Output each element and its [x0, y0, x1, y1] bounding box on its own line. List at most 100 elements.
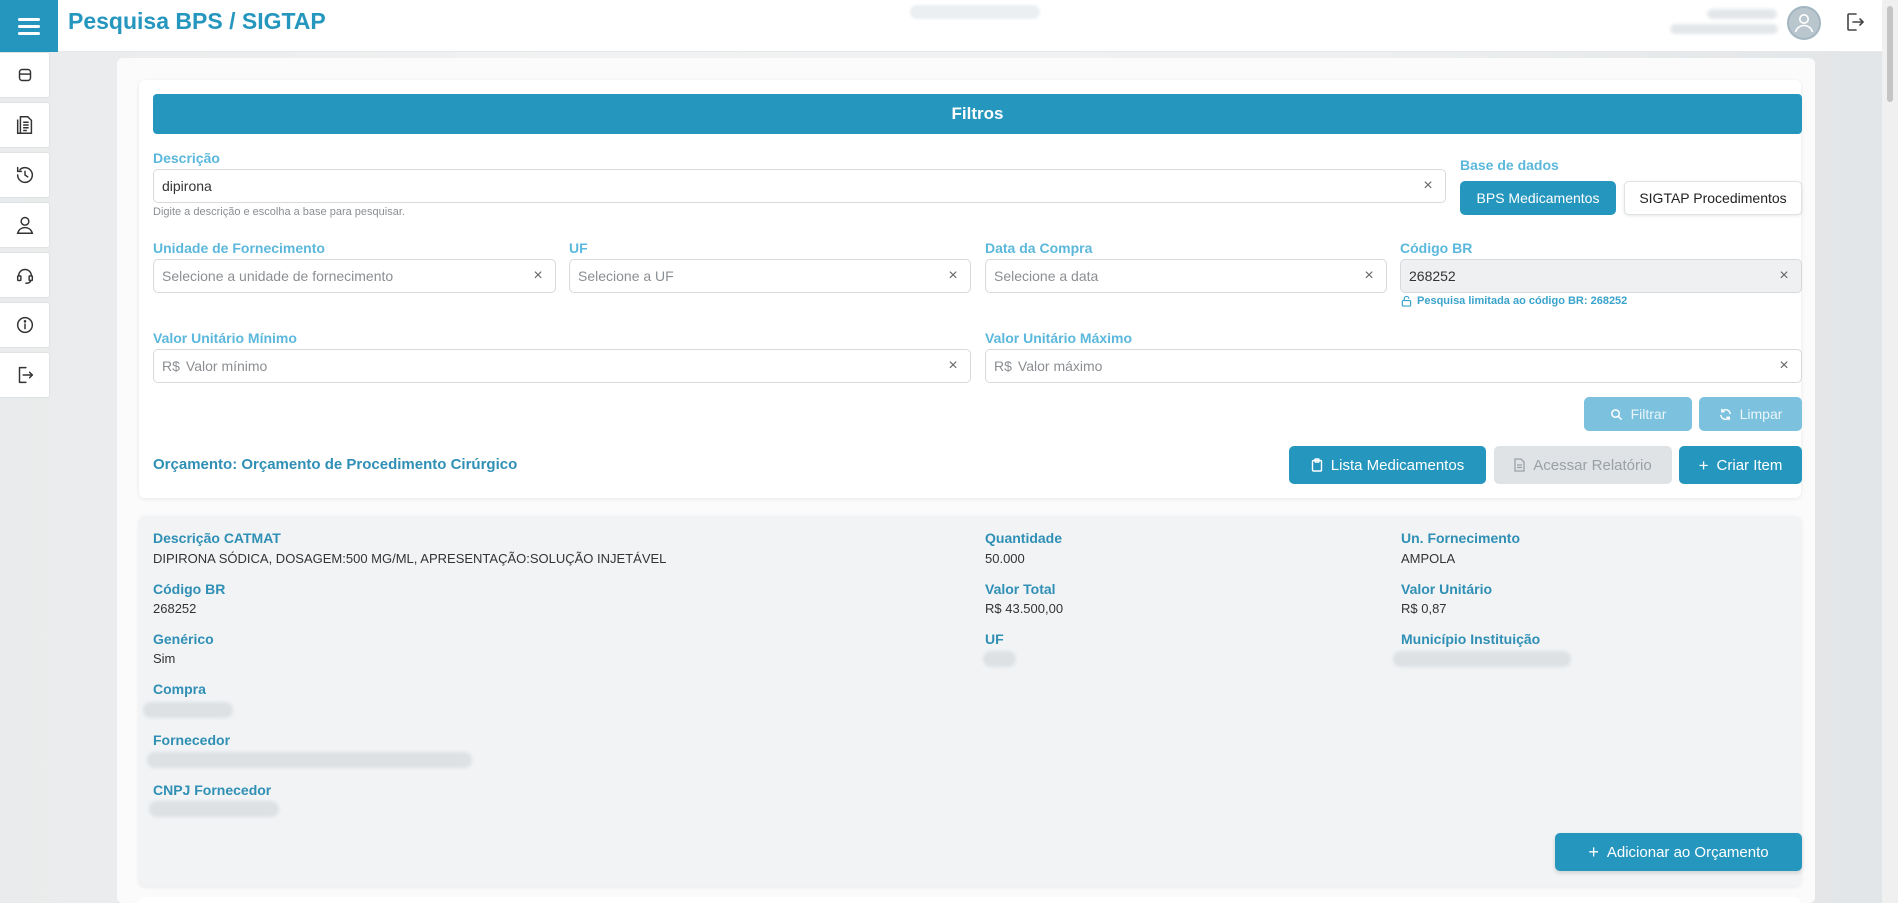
valor-min-placeholder: Valor mínimo — [185, 358, 268, 374]
uf-label: UF — [569, 240, 588, 256]
currency-prefix: R$ — [994, 358, 1012, 374]
data-compra-placeholder: Selecione a data — [994, 268, 1099, 284]
descricao-value: dipirona — [162, 178, 212, 194]
uf-result-label: UF — [985, 631, 1004, 647]
valor-min-input[interactable]: R$ Valor mínimo × — [153, 349, 971, 383]
municipio-label: Município Instituição — [1401, 631, 1541, 647]
avatar-icon — [1794, 14, 1814, 33]
nav-item-user[interactable] — [0, 202, 50, 248]
codigo-br-lock-hint: Pesquisa limitada ao código BR: 268252 — [1401, 295, 1627, 307]
codigo-br-result-value: 268252 — [153, 601, 197, 616]
generico-value: Sim — [153, 651, 176, 666]
un-fornecimento-label: Un. Fornecimento — [1401, 530, 1521, 546]
limpar-label: Limpar — [1739, 406, 1783, 422]
valor-total-label: Valor Total — [985, 581, 1056, 597]
compra-value — [143, 702, 233, 718]
filtrar-label: Filtrar — [1630, 406, 1667, 422]
valor-max-placeholder: Valor máximo — [1017, 358, 1103, 374]
menu-toggle-button[interactable] — [0, 0, 58, 52]
orcamento-title: Orçamento: Orçamento de Procedimento Cir… — [153, 456, 518, 473]
filtrar-button[interactable]: Filtrar — [1584, 397, 1692, 431]
search-icon — [1610, 408, 1622, 420]
dashboard-icon — [18, 68, 31, 82]
unidade-select[interactable]: Selecione a unidade de fornecimento × — [153, 259, 556, 293]
logo-image — [910, 5, 1040, 19]
valor-unitario-label: Valor Unitário — [1401, 581, 1493, 597]
clear-icon[interactable]: × — [945, 358, 961, 374]
nav-item-history[interactable] — [0, 152, 50, 198]
criar-item-label: Criar Item — [1716, 456, 1783, 474]
unidade-label: Unidade de Fornecimento — [153, 240, 325, 256]
currency-prefix: R$ — [162, 358, 180, 374]
clear-icon[interactable]: × — [1361, 268, 1377, 284]
adicionar-orcamento-button[interactable]: + Adicionar ao Orçamento — [1555, 833, 1802, 871]
quantidade-label: Quantidade — [985, 530, 1063, 546]
compra-label: Compra — [153, 681, 206, 697]
lista-medicamentos-label: Lista Medicamentos — [1330, 456, 1465, 474]
next-result-card — [139, 897, 1801, 903]
nav-item-info[interactable] — [0, 302, 50, 348]
descricao-hint: Digite a descrição e escolha a base para… — [153, 206, 405, 218]
codigo-br-input[interactable]: 268252 × — [1400, 259, 1802, 293]
acessar-relatorio-label: Acessar Relatório — [1533, 456, 1652, 474]
clear-icon[interactable]: × — [1776, 358, 1792, 374]
uf-select[interactable]: Selecione a UF × — [569, 259, 971, 293]
codigo-br-value: 268252 — [1409, 268, 1456, 284]
codigo-br-label: Código BR — [1400, 240, 1473, 256]
nav-item-logout[interactable] — [0, 352, 50, 398]
filters-header: Filtros — [153, 94, 1802, 134]
clear-icon[interactable]: × — [1420, 178, 1436, 194]
top-bar: Pesquisa BPS / SIGTAP — [0, 0, 1882, 52]
logout-icon — [1847, 13, 1864, 31]
side-nav — [0, 52, 58, 402]
fornecedor-value — [147, 752, 472, 768]
logout-button[interactable] — [1843, 10, 1867, 34]
municipio-value — [1393, 651, 1571, 667]
descricao-catmat-label: Descrição CATMAT — [153, 530, 281, 546]
user-icon — [16, 216, 33, 234]
descricao-label: Descrição — [153, 150, 220, 166]
clipboard-icon — [1311, 458, 1322, 472]
cnpj-fornecedor-value — [149, 801, 279, 817]
valor-min-label: Valor Unitário Mínimo — [153, 330, 297, 346]
nav-item-support[interactable] — [0, 252, 50, 298]
data-compra-input[interactable]: Selecione a data × — [985, 259, 1387, 293]
result-card — [139, 516, 1801, 886]
valor-max-input[interactable]: R$ Valor máximo × — [985, 349, 1802, 383]
clear-icon[interactable]: × — [1776, 268, 1792, 284]
base-dados-label: Base de dados — [1460, 157, 1559, 173]
uf-placeholder: Selecione a UF — [578, 268, 674, 284]
lock-hint-text: Pesquisa limitada ao código BR: 268252 — [1417, 295, 1628, 307]
refresh-icon — [1719, 408, 1731, 420]
lock-icon — [1401, 295, 1412, 307]
user-name — [1707, 9, 1777, 19]
descricao-input[interactable]: dipirona × — [153, 169, 1446, 203]
un-fornecimento-value: AMPOLA — [1401, 551, 1456, 566]
valor-total-value: R$ 43.500,00 — [985, 601, 1064, 616]
nav-item-dashboard[interactable] — [0, 52, 50, 98]
lista-medicamentos-button[interactable]: Lista Medicamentos — [1289, 446, 1486, 484]
page-scrollbar[interactable] — [1882, 0, 1898, 903]
base-sigtap-button[interactable]: SIGTAP Procedimentos — [1624, 181, 1802, 215]
history-icon — [16, 166, 33, 184]
codigo-br-result-label: Código BR — [153, 581, 226, 597]
app-title: Pesquisa BPS / SIGTAP — [68, 8, 326, 34]
quantidade-value: 50.000 — [985, 551, 1025, 566]
avatar[interactable] — [1787, 6, 1821, 40]
generico-label: Genérico — [153, 631, 214, 647]
uf-result-value — [983, 651, 1016, 667]
clear-icon[interactable]: × — [530, 268, 546, 284]
user-role — [1670, 24, 1778, 34]
valor-max-label: Valor Unitário Máximo — [985, 330, 1133, 346]
criar-item-button[interactable]: + Criar Item — [1679, 446, 1802, 484]
plus-icon: + — [1698, 455, 1709, 475]
clear-icon[interactable]: × — [945, 268, 961, 284]
nav-item-documents[interactable] — [0, 102, 50, 148]
limpar-button[interactable]: Limpar — [1699, 397, 1802, 431]
info-icon — [16, 316, 33, 334]
descricao-catmat-value: DIPIRONA SÓDICA, DOSAGEM:500 MG/ML, APRE… — [153, 551, 667, 566]
plus-icon: + — [1588, 842, 1599, 862]
acessar-relatorio-button[interactable]: Acessar Relatório — [1494, 446, 1672, 484]
base-bps-button[interactable]: BPS Medicamentos — [1460, 181, 1616, 215]
fornecedor-label: Fornecedor — [153, 732, 231, 748]
